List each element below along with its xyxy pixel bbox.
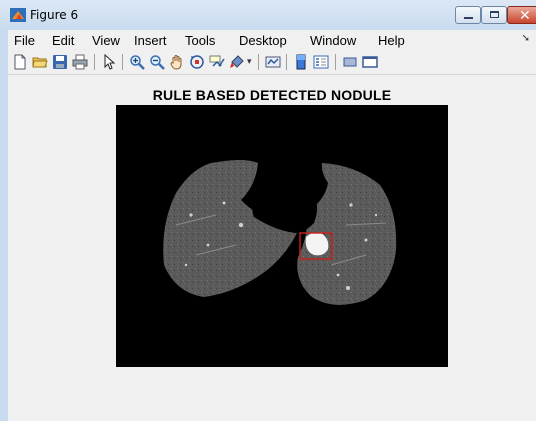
menu-bar: File Edit View Insert Tools Desktop Wind… (8, 30, 536, 50)
show-plot-tools-icon[interactable] (362, 54, 378, 70)
ct-scan-image (116, 105, 448, 367)
print-icon[interactable] (72, 54, 88, 70)
colorbar-icon[interactable] (293, 54, 309, 70)
minimize-button[interactable] (455, 6, 481, 24)
zoom-in-icon[interactable] (129, 54, 145, 70)
toolbar-separator (335, 54, 336, 70)
plot-title: RULE BASED DETECTED NODULE (152, 87, 392, 103)
hide-plot-tools-icon[interactable] (342, 54, 358, 70)
close-button[interactable]: ✕ (507, 6, 536, 24)
menu-view[interactable]: View (92, 33, 120, 48)
menu-desktop[interactable]: Desktop (239, 33, 287, 48)
close-icon: ✕ (519, 7, 531, 23)
window-title: Figure 6 (30, 8, 79, 22)
toolbar-separator (286, 54, 287, 70)
open-folder-icon[interactable] (32, 54, 48, 70)
rotate-3d-icon[interactable] (189, 54, 205, 70)
window-border (0, 30, 8, 421)
menu-window[interactable]: Window (310, 33, 356, 48)
menu-insert[interactable]: Insert (134, 33, 167, 48)
title-bar[interactable]: Figure 6 ✕ (0, 0, 536, 30)
link-plot-icon[interactable] (265, 54, 281, 70)
new-file-icon[interactable] (12, 54, 28, 70)
minimize-icon (464, 17, 473, 19)
pan-hand-icon[interactable] (169, 54, 185, 70)
matlab-figure-window: Figure 6 ✕ File Edit View Insert Tools D… (0, 0, 536, 421)
maximize-icon (490, 11, 499, 18)
save-icon[interactable] (52, 54, 68, 70)
toolbar-separator (94, 54, 95, 70)
zoom-out-icon[interactable] (149, 54, 165, 70)
brush-dropdown-icon[interactable]: ▾ (247, 56, 252, 67)
menu-overflow-arrow-icon[interactable]: ➘ (522, 33, 530, 44)
brush-icon[interactable] (229, 54, 245, 70)
matlab-figure-icon (10, 8, 26, 22)
data-cursor-icon[interactable] (209, 54, 225, 70)
menu-tools[interactable]: Tools (185, 33, 215, 48)
menu-edit[interactable]: Edit (52, 33, 74, 48)
menu-file[interactable]: File (14, 33, 35, 48)
menu-help[interactable]: Help (378, 33, 405, 48)
legend-icon[interactable] (313, 54, 329, 70)
toolbar-separator (122, 54, 123, 70)
toolbar-separator (258, 54, 259, 70)
maximize-button[interactable] (481, 6, 507, 24)
pointer-icon[interactable] (101, 54, 117, 70)
figure-toolbar: ▾ (8, 50, 536, 75)
